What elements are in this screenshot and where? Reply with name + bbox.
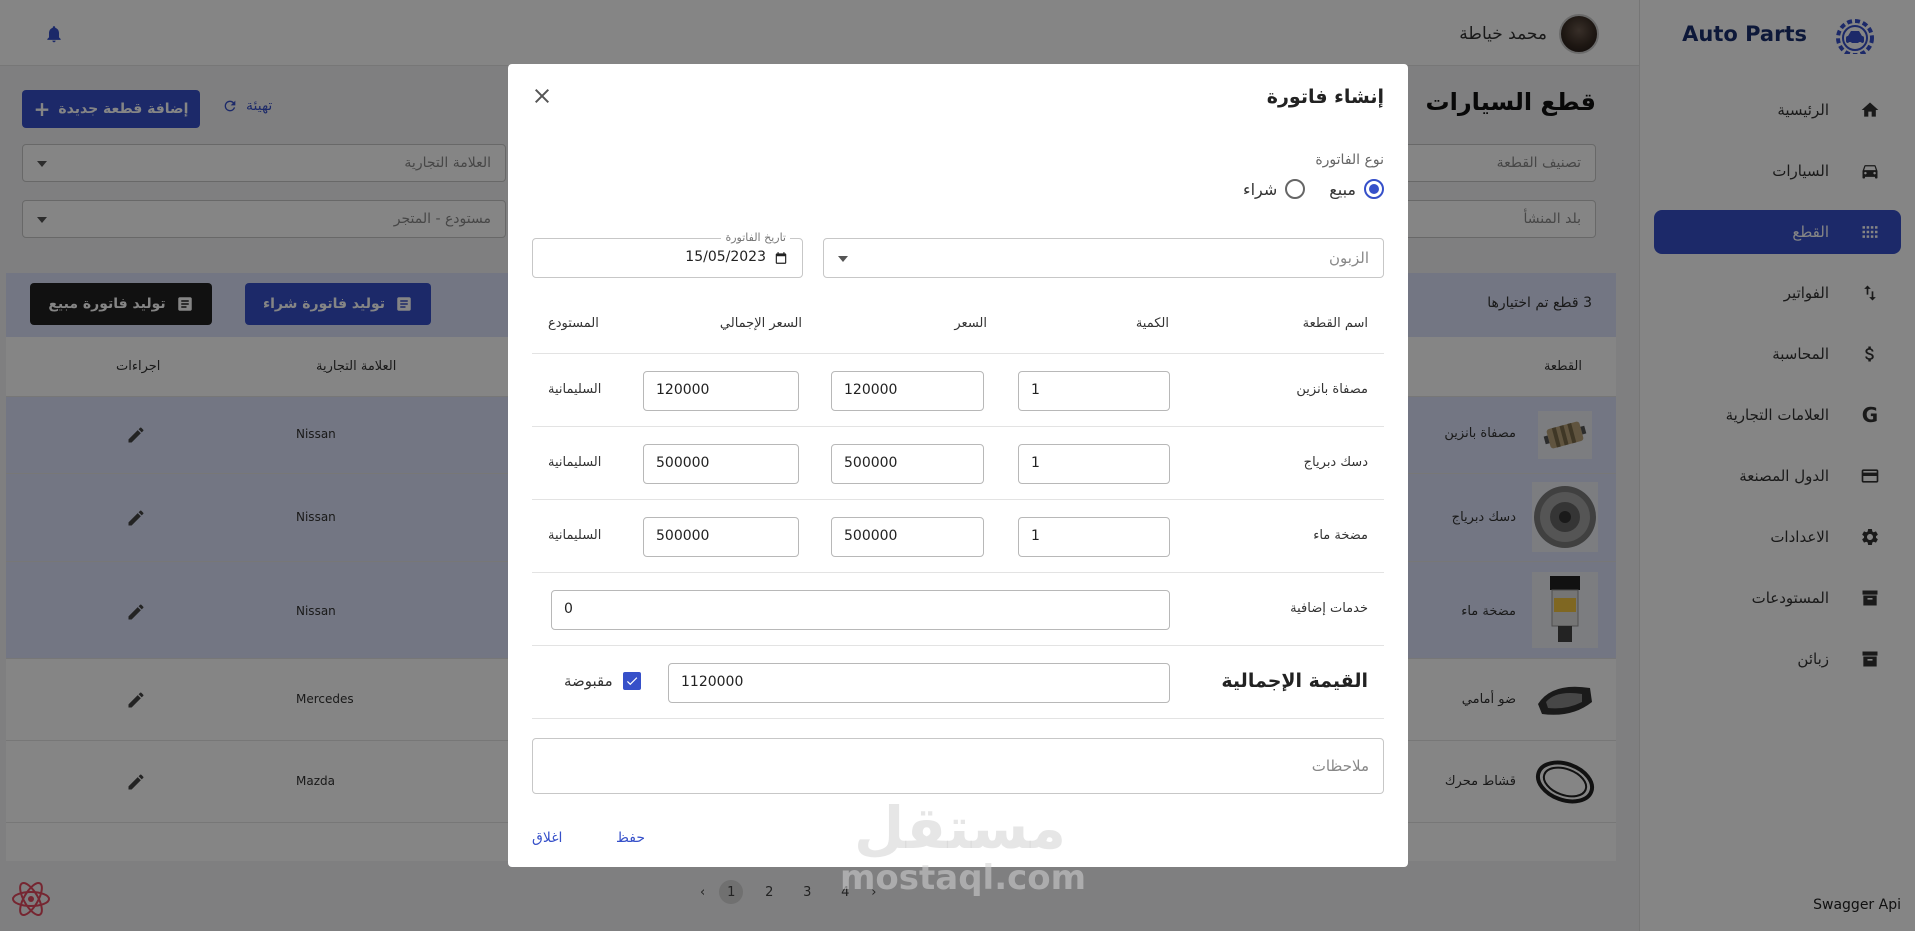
radio-checked-icon[interactable] bbox=[1364, 179, 1384, 199]
close-icon[interactable] bbox=[530, 84, 554, 108]
watermark-logo-text: مستقل bbox=[853, 794, 1067, 862]
total-row: القيمة الإجمالية 1120000 مقبوضة bbox=[532, 646, 1384, 719]
col-part-name: اسم القطعة bbox=[1302, 316, 1368, 331]
invoice-type-purchase-label: شراء bbox=[1243, 179, 1278, 199]
watermark-url: mostaql.com bbox=[840, 858, 1087, 898]
invoice-date-label: تاريخ الفاتورة bbox=[721, 231, 790, 244]
item-warehouse: السليمانية bbox=[548, 528, 602, 543]
extra-services-row: خدمات إضافية 0 bbox=[532, 573, 1384, 646]
calendar-icon[interactable] bbox=[774, 251, 788, 265]
total-input[interactable]: 120000 bbox=[643, 371, 799, 411]
notes-textarea[interactable]: ملاحظات bbox=[532, 738, 1384, 794]
qty-input[interactable]: 1 bbox=[1018, 517, 1170, 557]
watermark: مستقل mostaql.com bbox=[840, 794, 1087, 898]
price-input[interactable]: 500000 bbox=[831, 444, 984, 484]
total-input[interactable]: 500000 bbox=[643, 444, 799, 484]
col-warehouse: المستودع bbox=[548, 316, 599, 331]
item-name: مضخة ماء bbox=[1313, 528, 1368, 543]
checkbox-checked-icon[interactable] bbox=[622, 672, 641, 690]
paid-label: مقبوضة bbox=[564, 672, 613, 690]
qty-input[interactable]: 1 bbox=[1018, 371, 1170, 411]
total-input[interactable]: 500000 bbox=[643, 517, 799, 557]
invoice-item-row: مصفاة بانزين 1 120000 120000 السليمانية bbox=[532, 354, 1384, 427]
invoice-type-purchase[interactable]: شراء bbox=[1243, 179, 1306, 199]
item-warehouse: السليمانية bbox=[548, 382, 602, 397]
invoice-item-row: دسك دبرياج 1 500000 500000 السليمانية bbox=[532, 427, 1384, 500]
item-name: مصفاة بانزين bbox=[1296, 382, 1368, 397]
col-price: السعر bbox=[954, 316, 987, 331]
total-value-input[interactable]: 1120000 bbox=[668, 663, 1170, 703]
invoice-date-value: 15/05/2023 bbox=[685, 249, 766, 265]
dialog-title: إنشاء فاتورة bbox=[1266, 86, 1384, 108]
price-input[interactable]: 500000 bbox=[831, 517, 984, 557]
extra-services-input[interactable]: 0 bbox=[551, 590, 1170, 630]
item-name: دسك دبرياج bbox=[1303, 455, 1368, 470]
create-invoice-dialog: إنشاء فاتورة نوع الفاتورة مبيع شراء الزب… bbox=[508, 64, 1408, 867]
notes-placeholder: ملاحظات bbox=[1311, 757, 1369, 775]
invoice-type-sale-label: مبيع bbox=[1329, 179, 1356, 199]
invoice-type-group: مبيع شراء bbox=[1229, 179, 1384, 199]
col-qty: الكمية bbox=[1135, 316, 1169, 331]
price-input[interactable]: 120000 bbox=[831, 371, 984, 411]
invoice-items-header: اسم القطعة الكمية السعر السعر الإجمالي ا… bbox=[532, 296, 1384, 354]
qty-input[interactable]: 1 bbox=[1018, 444, 1170, 484]
customer-select[interactable]: الزبون bbox=[823, 238, 1384, 278]
invoice-date-field[interactable]: تاريخ الفاتورة 15/05/2023 bbox=[532, 231, 803, 278]
chevron-down-icon bbox=[838, 256, 848, 262]
extra-services-label: خدمات إضافية bbox=[1290, 601, 1368, 616]
total-label: القيمة الإجمالية bbox=[1221, 670, 1368, 692]
item-warehouse: السليمانية bbox=[548, 455, 602, 470]
save-button[interactable]: حفظ bbox=[616, 830, 645, 846]
close-button[interactable]: اغلاق bbox=[532, 830, 562, 846]
invoice-type-label: نوع الفاتورة bbox=[1315, 152, 1384, 168]
col-total: السعر الإجمالي bbox=[719, 316, 802, 331]
radio-unchecked-icon[interactable] bbox=[1285, 179, 1306, 199]
invoice-item-row: مضخة ماء 1 500000 500000 السليمانية bbox=[532, 500, 1384, 573]
invoice-type-sale[interactable]: مبيع bbox=[1329, 179, 1384, 199]
customer-placeholder: الزبون bbox=[1329, 249, 1369, 267]
paid-checkbox[interactable]: مقبوضة bbox=[564, 672, 641, 690]
